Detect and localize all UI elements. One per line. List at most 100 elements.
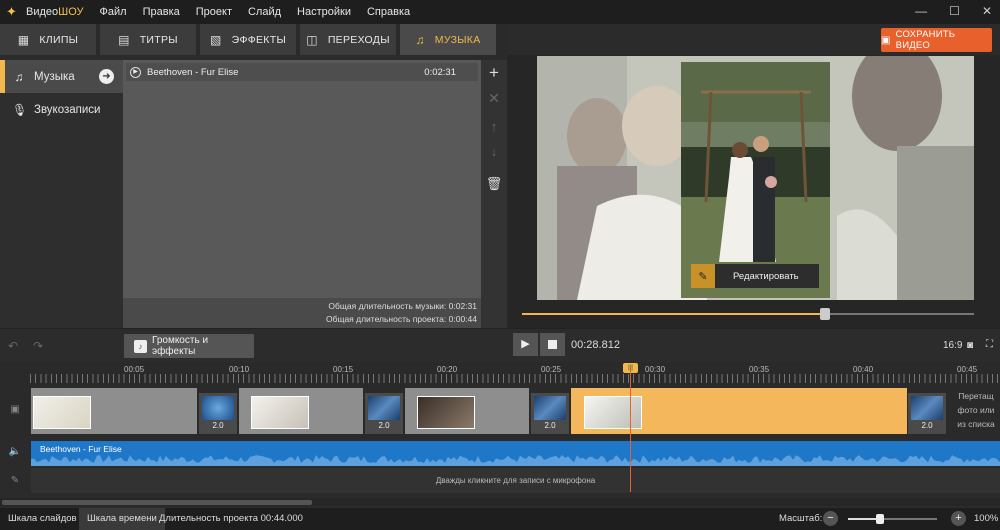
transition-thumbnail <box>534 396 566 420</box>
slide-thumbnail <box>584 396 642 429</box>
microphone-icon: 🎙 <box>12 102 28 117</box>
transition-icon: ◫ <box>306 32 318 47</box>
slide-thumbnail <box>251 396 309 429</box>
title-bar: ✦ ВидеоШОУ Файл Правка Проект Слайд Наст… <box>0 0 1000 24</box>
transition-thumbnail <box>368 396 400 420</box>
timecode: 00:28.812 <box>571 339 620 351</box>
sidebar-item-recordings[interactable]: 🎙 Звукозаписи <box>0 93 123 126</box>
transition-thumbnail <box>202 396 234 420</box>
snapshot-icon[interactable]: ◙ <box>967 340 973 351</box>
ruler-tick-label: 00:30 <box>645 365 666 374</box>
audio-track[interactable] <box>31 441 1000 466</box>
audio-waveform <box>31 455 1000 466</box>
music-duration: Общая длительность музыки: 0:02:31 <box>328 301 477 311</box>
seekbar-handle[interactable] <box>819 308 830 320</box>
volume-effects-button[interactable]: ♪ Громкость и эффекты <box>124 334 254 358</box>
ruler-ticks <box>30 374 1000 383</box>
menu-help[interactable]: Справка <box>367 6 410 18</box>
ruler-tick-label: 00:40 <box>853 365 874 374</box>
track-duration: 0:02:31 <box>424 66 456 78</box>
ruler-tick-label: 00:15 <box>333 365 354 374</box>
ruler-tick-label: 00:05 <box>124 365 145 374</box>
drop-hint: Перетащ фото или из списка <box>957 391 995 429</box>
tab-titles[interactable]: ▤ ТИТРЫ <box>100 24 196 55</box>
ruler-tick-label: 00:35 <box>749 365 770 374</box>
wedding-photo <box>681 62 830 298</box>
list-item[interactable]: ▶ Beethoven - Fur Elise 0:02:31 <box>126 63 478 81</box>
menu-project[interactable]: Проект <box>196 6 232 18</box>
arrow-right-icon: ➜ <box>99 69 114 84</box>
microphone-icon[interactable]: ✎ <box>6 475 24 486</box>
track-name: Beethoven - Fur Elise <box>147 66 239 78</box>
close-icon[interactable]: ✕ <box>982 4 992 18</box>
redo-icon[interactable]: ↷ <box>33 339 43 353</box>
tab-transitions[interactable]: ◫ ПЕРЕХОДЫ <box>300 24 396 55</box>
add-icon[interactable]: + <box>481 63 507 83</box>
scrollbar-thumb[interactable] <box>2 500 312 505</box>
tab-clips[interactable]: ▦ КЛИПЫ <box>0 24 96 55</box>
text-icon: ▤ <box>118 32 130 47</box>
music-list: ▶ Beethoven - Fur Elise 0:02:31 Общая дл… <box>123 60 481 328</box>
sidebar-item-music[interactable]: ♫ Музыка ➜ <box>0 60 123 93</box>
tab-slide-scale[interactable]: Шкала слайдов <box>0 508 85 530</box>
zoom-out-icon[interactable]: − <box>823 511 838 526</box>
project-duration-status: Длительность проекта 00:44.000 <box>159 513 303 524</box>
transition-1[interactable]: 2.0 <box>199 393 237 434</box>
ruler-tick-label: 00:45 <box>957 365 978 374</box>
menu-settings[interactable]: Настройки <box>297 6 351 18</box>
film-icon: ▦ <box>17 32 30 47</box>
fullscreen-icon[interactable]: ⛶ <box>986 339 993 350</box>
preview-photo <box>681 62 830 298</box>
slides-track-icon: ▣ <box>10 404 20 415</box>
stop-button[interactable] <box>540 333 565 356</box>
transition-4[interactable]: 2.0 <box>908 393 946 434</box>
effects-icon: ▧ <box>209 32 222 47</box>
music-note-icon: ♫ <box>415 32 425 47</box>
music-tools: + ✕ ↑ ↓ 🗑 <box>481 60 507 328</box>
menu-edit[interactable]: Правка <box>143 6 180 18</box>
remove-icon[interactable]: ✕ <box>481 90 507 107</box>
trash-icon[interactable]: 🗑 <box>481 176 507 192</box>
play-icon[interactable]: ▶ <box>130 66 141 78</box>
microphone-hint: Дважды кликните для записи с микрофона <box>435 476 596 485</box>
app-name: ВидеоШОУ <box>26 6 84 18</box>
project-duration: Общая длительность проекта: 0:00:44 <box>325 314 477 324</box>
transition-2[interactable]: 2.0 <box>365 393 403 434</box>
menu-slide[interactable]: Слайд <box>248 6 281 18</box>
aspect-ratio-selector[interactable]: 16:9 <box>943 340 962 351</box>
maximize-icon[interactable]: ☐ <box>949 4 960 18</box>
zoom-slider-handle[interactable] <box>876 514 885 524</box>
ruler-tick-label: 00:20 <box>437 365 458 374</box>
tab-effects[interactable]: ▧ ЭФФЕКТЫ <box>200 24 296 55</box>
seekbar-fill <box>522 313 825 315</box>
music-sidebar: ♫ Музыка ➜ 🎙 Звукозаписи <box>0 60 123 328</box>
music-note-icon: ♫ <box>14 69 24 84</box>
audio-track-label: Beethoven - Fur Elise <box>40 444 122 454</box>
transition-3[interactable]: 2.0 <box>531 393 569 434</box>
undo-icon[interactable]: ↶ <box>8 339 18 353</box>
move-down-icon[interactable]: ↓ <box>481 144 507 159</box>
ruler-tick-label: 00:25 <box>541 365 562 374</box>
volume-icon[interactable]: 🔈 <box>6 446 24 457</box>
film-icon: ▣ <box>881 34 891 46</box>
zoom-in-icon[interactable]: + <box>951 511 966 526</box>
volume-effects-icon: ♪ <box>134 339 147 353</box>
transition-thumbnail <box>911 396 943 420</box>
playhead[interactable] <box>630 370 631 492</box>
slide-thumbnail <box>417 396 475 429</box>
edit-button[interactable]: ✎ Редактировать <box>691 264 819 288</box>
slide-thumbnail <box>33 396 91 429</box>
ruler-tick-label: 00:10 <box>229 365 250 374</box>
pencil-icon: ✎ <box>691 264 715 288</box>
move-up-icon[interactable]: ↑ <box>481 119 507 134</box>
preview-seekbar[interactable] <box>522 308 974 320</box>
tab-music[interactable]: ♫ МУЗЫКА <box>400 24 496 55</box>
menu-file[interactable]: Файл <box>100 6 127 18</box>
zoom-slider[interactable] <box>848 514 937 524</box>
stop-icon <box>548 340 557 349</box>
status-bar: Шкала слайдов Шкала времени Длительность… <box>0 508 1000 530</box>
save-video-button[interactable]: ▣ СОХРАНИТЬ ВИДЕО <box>881 28 992 52</box>
play-button[interactable]: ▶ <box>513 333 538 356</box>
minimize-icon[interactable]: — <box>915 4 927 18</box>
duration-summary: Общая длительность музыки: 0:02:31 Общая… <box>123 298 481 328</box>
